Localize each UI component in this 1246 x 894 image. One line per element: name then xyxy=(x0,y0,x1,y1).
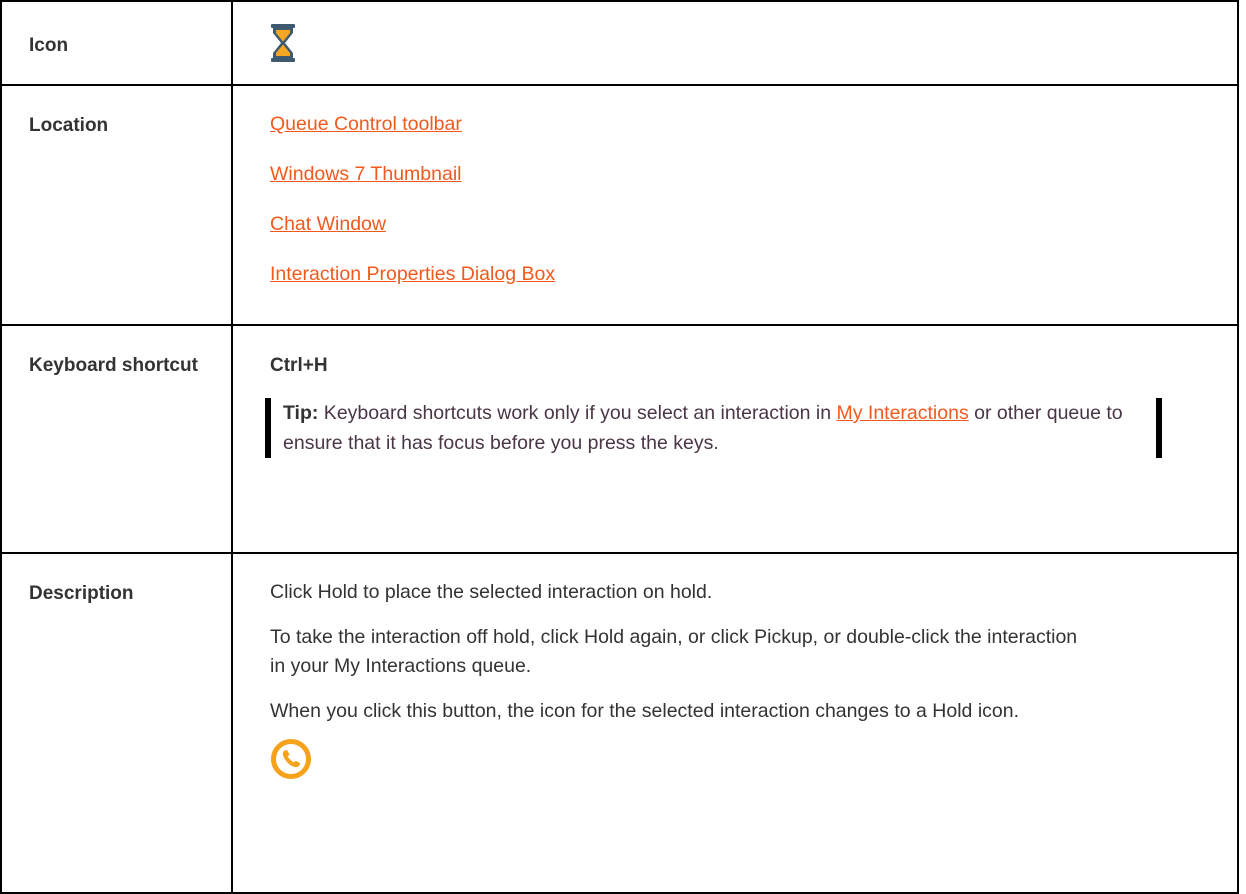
row-location: Location Queue Control toolbar Windows 7… xyxy=(0,84,1239,326)
tip-box: Tip: Keyboard shortcuts work only if you… xyxy=(265,398,1162,458)
link-queue-control-toolbar[interactable]: Queue Control toolbar xyxy=(270,110,1237,138)
description-paragraph: When you click this button, the icon for… xyxy=(270,700,1020,722)
keyboard-shortcut-cell: Ctrl+H Tip: Keyboard shortcuts work only… xyxy=(231,324,1239,554)
row-keyboard-shortcut: Keyboard shortcut Ctrl+H Tip: Keyboard s… xyxy=(0,324,1239,554)
description-paragraph: Click Hold to place the selected interac… xyxy=(270,581,713,603)
row-description: Description Click Hold to place the sele… xyxy=(0,552,1239,894)
link-chat-window[interactable]: Chat Window xyxy=(270,210,1237,238)
shortcut-keys: Ctrl+H xyxy=(270,355,328,376)
hourglass-icon xyxy=(270,24,296,62)
location-label: Location xyxy=(0,84,233,326)
link-my-interactions[interactable]: My Interactions xyxy=(836,402,968,424)
description-label: Description xyxy=(0,552,233,894)
hold-phone-icon xyxy=(270,738,312,780)
description-cell: Click Hold to place the selected interac… xyxy=(231,552,1239,894)
keyboard-shortcut-label: Keyboard shortcut xyxy=(0,324,233,554)
link-windows-7-thumbnail[interactable]: Windows 7 Thumbnail xyxy=(270,160,1237,188)
link-interaction-properties-dialog-box[interactable]: Interaction Properties Dialog Box xyxy=(270,260,1237,288)
icon-cell xyxy=(231,0,1239,86)
icon-label: Icon xyxy=(0,0,233,86)
tip-label: Tip: xyxy=(283,402,319,424)
location-cell: Queue Control toolbar Windows 7 Thumbnai… xyxy=(231,84,1239,326)
tip-text-before: Keyboard shortcuts work only if you sele… xyxy=(318,402,837,424)
description-paragraph: To take the interaction off hold, click … xyxy=(270,626,1078,677)
hold-info-table: Icon Location Queue Control toolbar Wind… xyxy=(0,0,1239,894)
row-icon: Icon xyxy=(0,0,1239,86)
